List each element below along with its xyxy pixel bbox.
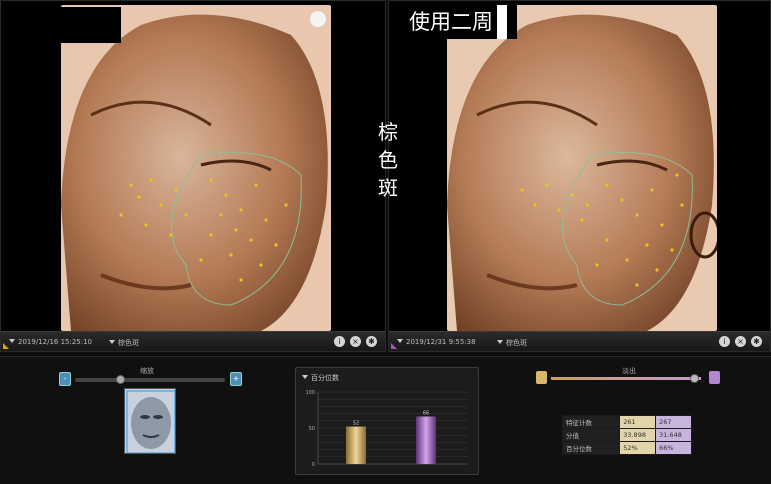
info-icon[interactable]: i [334,336,345,347]
side-label-char: 色 [378,148,398,172]
side-label-char: 斑 [378,176,398,200]
before-face-image[interactable] [61,5,331,331]
dropdown-arrow-icon [302,375,308,379]
stats-cell-label: 百分位数 [561,441,621,455]
zoom-out-label: - [63,374,67,383]
stats-row: 百分位数 52% 66% [561,441,692,455]
zoom-in-label: + [232,374,240,383]
dropdown-arrow-icon [397,339,403,343]
percentile-bar-chart: 0 50 100 52 66 [305,390,468,468]
chart-bar [416,416,436,464]
chart-y-tick-label: 0 [312,462,315,468]
zoom-slider[interactable] [75,375,225,384]
left-panel-toolbar: 2019/12/16 15:25:10 棕色斑 i × ✱ [1,331,385,351]
stats-cell-a: 33.898 [619,428,657,442]
right-title-text: 使用二周 [409,10,493,34]
light-indicator-icon [310,11,326,27]
left-label-mask [9,7,121,43]
stats-cell-a: 52% [619,441,657,455]
stats-row: 特征计数 261 267 [561,415,692,429]
right-panel-title: 使用二周 [399,5,517,39]
before-image-panel[interactable]: 2019/12/16 15:25:10 棕色斑 i × ✱ [0,0,386,352]
chart-data-label: 66 [423,410,429,416]
settings-icon[interactable]: ✱ [366,336,377,347]
close-icon[interactable]: × [735,336,746,347]
chart-data-label: 52 [353,421,359,427]
left-date-selector[interactable]: 2019/12/16 15:25:10 [9,338,92,346]
stats-cell-b: 66% [655,441,692,455]
right-mode-selector[interactable]: 棕色斑 [497,338,527,348]
dropdown-arrow-icon [9,339,15,343]
right-corner-marker [391,343,397,349]
stats-cell-a: 261 [619,415,657,429]
before-color-swatch[interactable] [536,371,547,384]
after-image-panel[interactable]: 使用二周 2019/12/31 9:55:38 棕色斑 i × ✱ [388,0,771,352]
right-date-selector[interactable]: 2019/12/31 9:55:38 [397,338,476,346]
right-panel-toolbar: 2019/12/31 9:55:38 棕色斑 i × ✱ [389,331,770,351]
chart-title: 百分位数 [311,374,339,382]
side-label-char: 棕 [378,120,398,144]
title-tail-marker [497,5,507,39]
zoom-slider-handle[interactable] [116,375,125,384]
stats-cell-b: 267 [655,415,692,429]
bottom-controls: 缩放 - + 百分位数 0 50 100 52 66 淡出 特征计数 261 2… [0,356,771,484]
chart-y-tick-label: 50 [309,426,315,432]
after-face-image[interactable] [447,5,717,331]
percentile-chart-panel: 百分位数 0 50 100 52 66 [295,367,479,475]
side-label: 棕 色 斑 [374,118,402,202]
zoom-in-button[interactable]: + [230,372,242,386]
fade-slider-handle[interactable] [689,374,699,383]
fade-slider[interactable] [551,374,701,383]
zoom-label: 缩放 [140,367,154,375]
close-icon[interactable]: × [350,336,361,347]
left-mode: 棕色斑 [118,339,139,347]
left-corner-marker [3,343,9,349]
dropdown-arrow-icon [109,340,115,344]
right-date: 2019/12/31 9:55:38 [406,338,476,346]
stats-cell-label: 特征计数 [561,415,621,429]
zoom-out-button[interactable]: - [59,372,71,386]
right-mode: 棕色斑 [506,339,527,347]
stats-row: 分值 33.898 31.648 [561,428,692,442]
stats-cell-b: 31.648 [655,428,692,442]
left-date: 2019/12/16 15:25:10 [18,338,93,346]
left-mode-selector[interactable]: 棕色斑 [109,338,139,348]
chart-y-tick-label: 100 [305,390,315,396]
fade-label: 淡出 [622,367,636,375]
info-icon[interactable]: i [719,336,730,347]
after-color-swatch[interactable] [709,371,720,384]
stats-table: 特征计数 261 267 分值 33.898 31.648 百分位数 52% 66% [561,415,692,455]
chart-bar [346,426,366,464]
settings-icon[interactable]: ✱ [751,336,762,347]
dropdown-arrow-icon [497,340,503,344]
stats-cell-label: 分值 [561,428,621,442]
thumbnail-preview[interactable] [124,388,176,454]
app-root: 2019/12/16 15:25:10 棕色斑 i × ✱ 使用二周 2019/… [0,0,771,484]
